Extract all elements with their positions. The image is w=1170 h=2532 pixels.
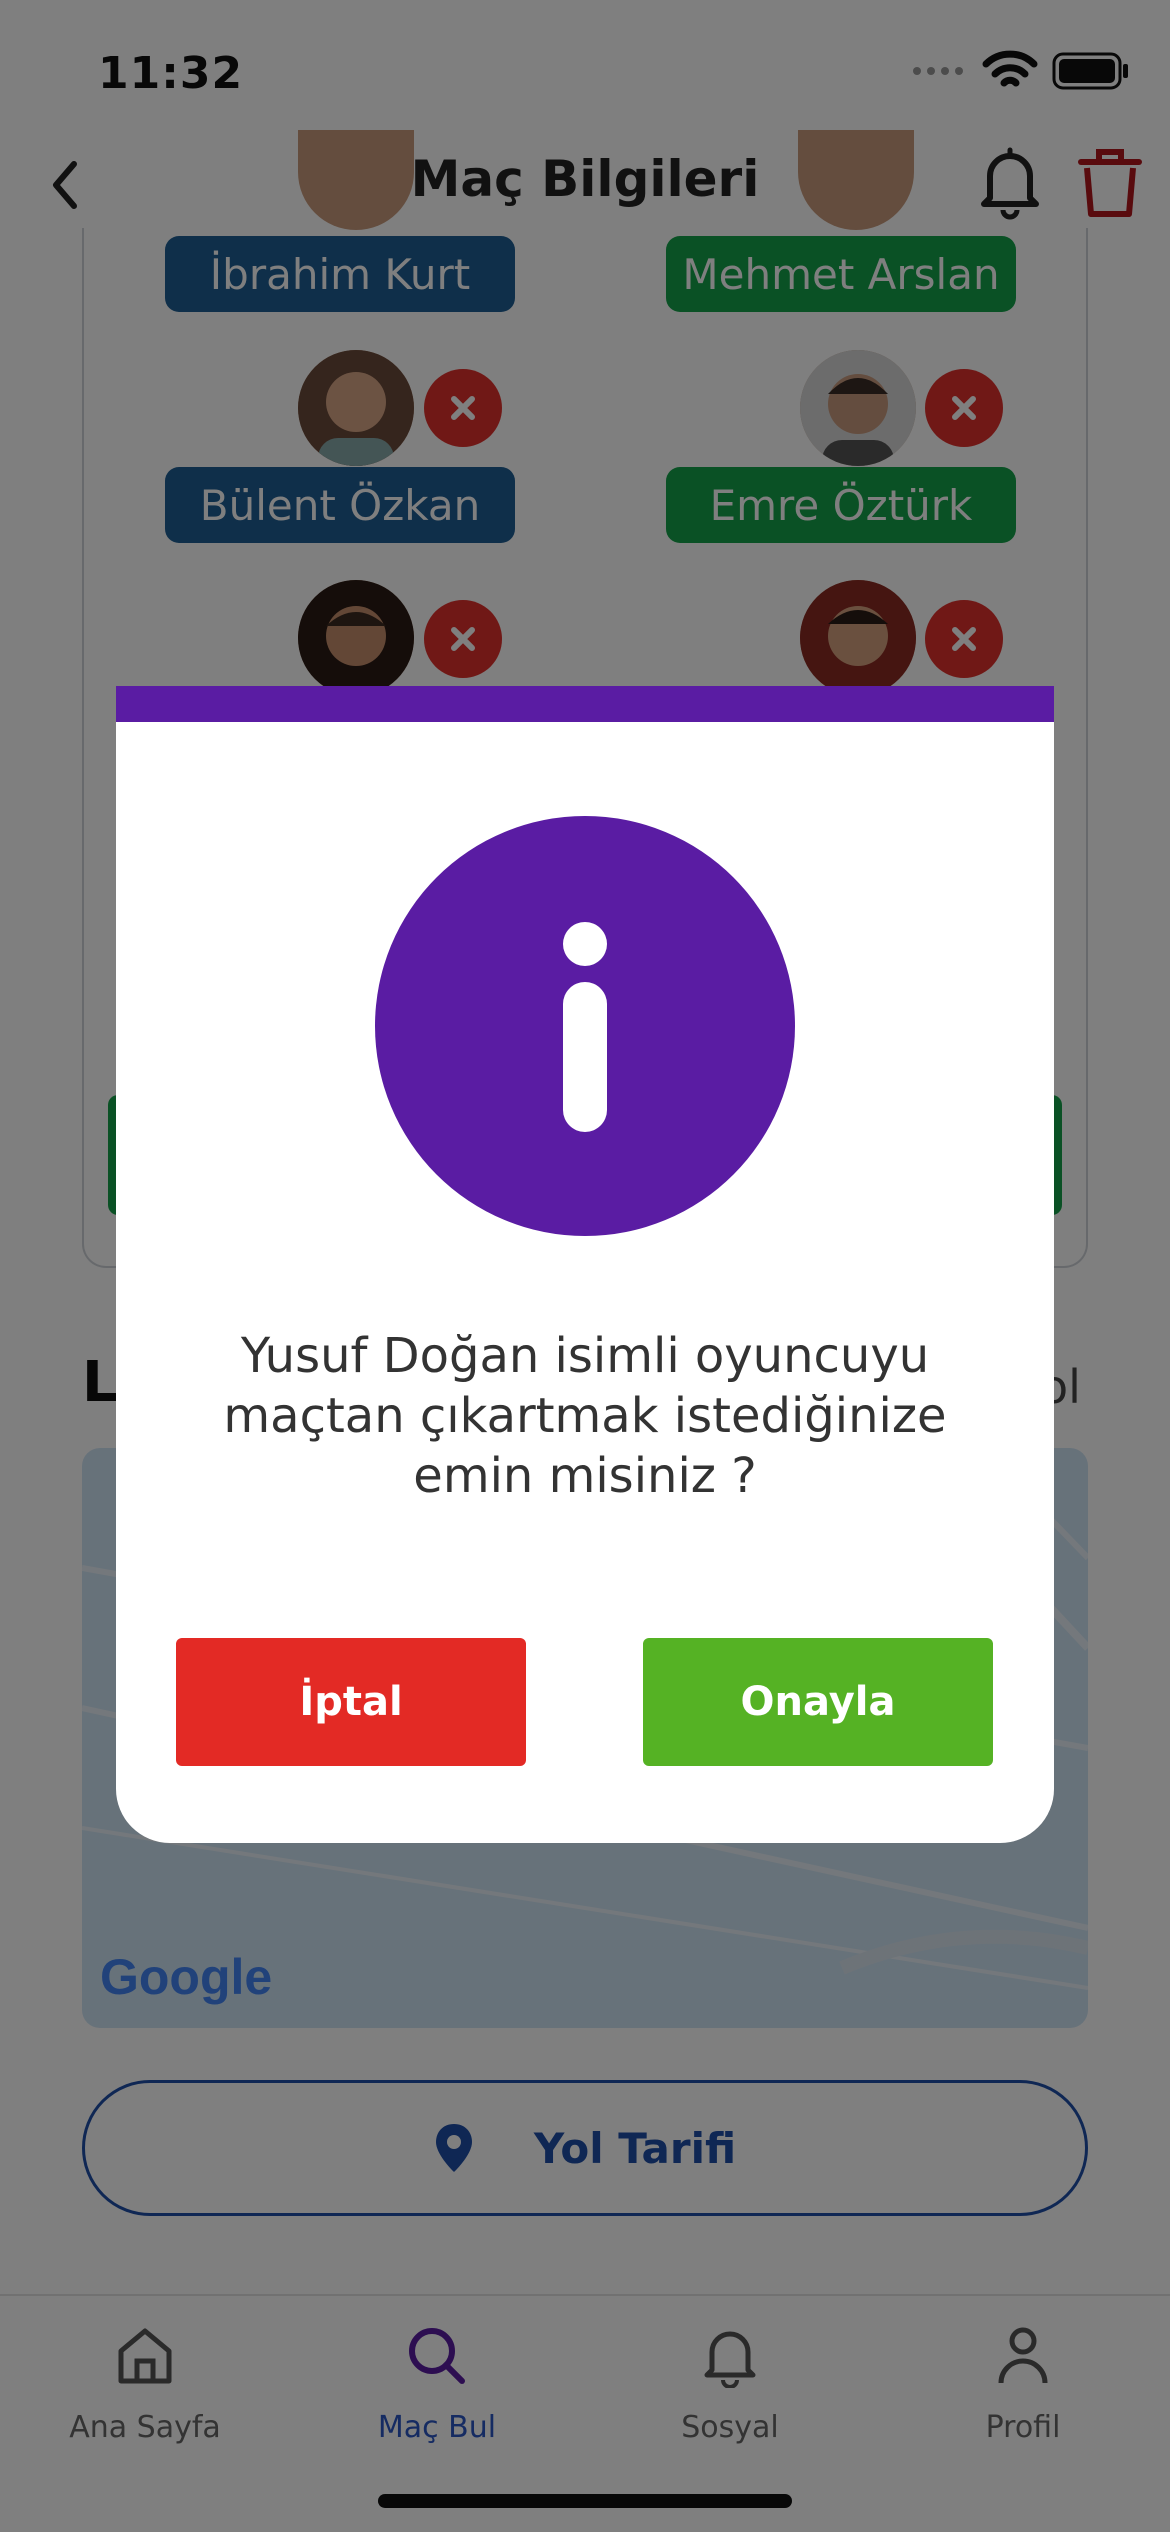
confirm-dialog: Yusuf Doğan isimli oyuncuyu maçtan çıkar… <box>116 686 1054 1843</box>
cancel-button[interactable]: İptal <box>176 1638 526 1766</box>
dialog-message: Yusuf Doğan isimli oyuncuyu maçtan çıkar… <box>176 1326 994 1506</box>
dialog-message-line: maçtan çıkartmak istediğinize <box>223 1388 947 1444</box>
dialog-message-line: Yusuf Doğan isimli oyuncuyu <box>240 1328 930 1384</box>
dialog-message-line: emin misiniz ? <box>413 1448 757 1504</box>
dialog-accent-bar <box>116 686 1054 722</box>
confirm-button[interactable]: Onayla <box>643 1638 993 1766</box>
info-icon <box>375 816 795 1236</box>
